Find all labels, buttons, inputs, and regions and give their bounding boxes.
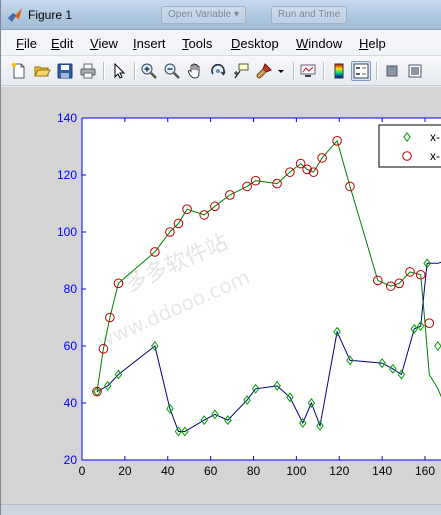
link-plot-icon[interactable] <box>298 61 318 81</box>
y-tick-label: 80 <box>64 282 78 296</box>
y-tick-label: 60 <box>64 339 78 353</box>
legend-label: x- <box>430 130 440 144</box>
x-tick-label: 120 <box>329 464 349 478</box>
y-tick-label: 40 <box>64 396 78 410</box>
menu-insert[interactable]: Insert <box>133 36 166 51</box>
figure-window: Figure 1 Open Variable ▾ Run and Time Fi… <box>0 0 441 515</box>
legend-icon[interactable] <box>351 61 371 81</box>
new-figure-icon[interactable] <box>9 61 29 81</box>
y-tick-label: 100 <box>57 225 77 239</box>
toolbar-separator <box>376 62 377 80</box>
pan-hand-icon[interactable] <box>185 61 205 81</box>
matlab-logo-icon <box>7 7 23 23</box>
zoom-out-icon[interactable] <box>162 61 182 81</box>
window-title: Figure 1 <box>28 8 73 22</box>
background-tab: Open Variable ▾ <box>161 6 246 24</box>
background-tab: Run and Time <box>271 6 348 24</box>
brush-dropdown-icon[interactable] <box>275 61 287 81</box>
toolbar-separator <box>293 62 294 80</box>
x-tick-label: 140 <box>372 464 392 478</box>
colorbar-icon[interactable] <box>329 61 349 81</box>
legend-label: x- <box>430 149 440 163</box>
figure-bottom-edge <box>1 504 441 515</box>
print-icon[interactable] <box>78 61 98 81</box>
open-file-icon[interactable] <box>32 61 52 81</box>
y-tick-label: 120 <box>57 168 77 182</box>
x-tick-label: 40 <box>161 464 175 478</box>
toolbar-separator <box>134 62 135 80</box>
toolbar-separator <box>103 62 104 80</box>
menu-tools[interactable]: Tools <box>182 36 212 51</box>
axes[interactable]: 多多软件站 www.ddooo.com 204060801001201400 20… <box>1 87 441 504</box>
rotate-3d-icon[interactable] <box>208 61 228 81</box>
brush-icon[interactable] <box>254 61 274 81</box>
toolbar-separator <box>323 62 324 80</box>
x-tick-label: 80 <box>247 464 261 478</box>
menu-view[interactable]: View <box>90 36 118 51</box>
menu-edit[interactable]: Edit <box>51 36 73 51</box>
show-plot-tools-icon[interactable] <box>405 61 425 81</box>
menu-file[interactable]: File <box>16 36 37 51</box>
menu-window[interactable]: Window <box>296 36 342 51</box>
y-tick-label: 20 <box>64 453 78 467</box>
menu-desktop[interactable]: Desktop <box>231 36 279 51</box>
legend[interactable]: x-x- <box>378 124 441 168</box>
x-tick-label: 20 <box>118 464 132 478</box>
menu-bar: File Edit View Insert Tools Desktop Wind… <box>1 30 441 56</box>
x-tick-label: 160 <box>415 464 435 478</box>
x-tick-label: 0 <box>79 464 86 478</box>
hide-plot-tools-icon[interactable] <box>382 61 402 81</box>
save-icon[interactable] <box>55 61 75 81</box>
zoom-in-icon[interactable] <box>139 61 159 81</box>
edit-plot-arrow-icon[interactable] <box>109 61 129 81</box>
data-cursor-icon[interactable] <box>231 61 251 81</box>
x-tick-label: 60 <box>204 464 218 478</box>
y-tick-label: 140 <box>57 111 77 125</box>
x-tick-label: 100 <box>286 464 306 478</box>
menu-help[interactable]: Help <box>359 36 386 51</box>
title-bar[interactable]: Figure 1 Open Variable ▾ Run and Time <box>1 0 441 30</box>
figure-toolbar <box>1 56 441 86</box>
